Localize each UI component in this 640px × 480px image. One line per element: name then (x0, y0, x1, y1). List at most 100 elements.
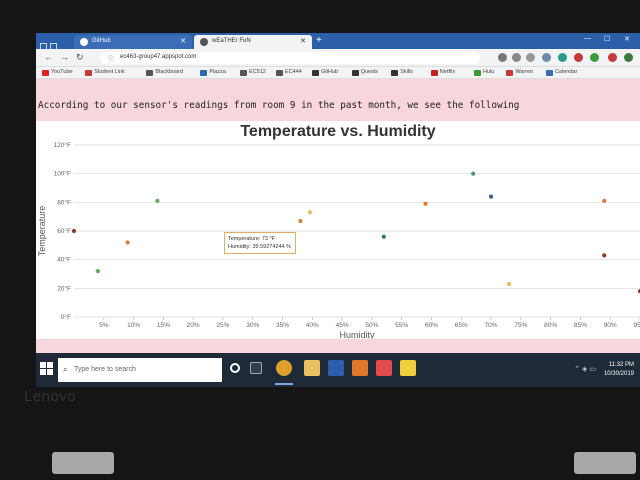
bookmark-icon (351, 70, 359, 76)
location-icon[interactable] (498, 53, 507, 62)
app-icon[interactable] (376, 360, 392, 376)
bookmark-calendar[interactable]: Calendar (546, 69, 578, 76)
bookmark-youtube[interactable]: YouTube (42, 69, 73, 76)
bookmark-hulu[interactable]: Hulu (474, 69, 495, 76)
x-tick-label: 80% (544, 322, 557, 329)
x-tick-label: 50% (365, 322, 378, 329)
x-tick-label: 90% (604, 322, 617, 329)
close-icon[interactable]: ✕ (300, 37, 306, 45)
bookmark-icon (506, 70, 514, 76)
chrome-icon[interactable] (276, 360, 292, 376)
x-axis-label: Humidity (339, 330, 375, 339)
avatar[interactable] (624, 53, 633, 62)
bookmark-label: Netflix (439, 69, 456, 75)
bookmark-label: Calendar (555, 69, 578, 75)
extension-icon[interactable] (542, 53, 551, 62)
bookmark-label: YouTube (51, 69, 73, 75)
tab-weather[interactable]: wEaTHEr FuN ✕ (194, 35, 312, 49)
tab-actions (40, 37, 68, 50)
close-icon[interactable]: ✕ (180, 37, 186, 45)
y-tick-label: 120°F (54, 141, 71, 149)
task-view-icon[interactable] (250, 362, 262, 374)
bookmark-warren[interactable]: Warren (506, 69, 534, 76)
reload-icon[interactable]: ↻ (76, 52, 84, 63)
bookmark-icon (474, 70, 481, 76)
taskbar-search-input[interactable]: ⌕ Type here to search (58, 358, 222, 382)
bookmark-skills[interactable]: Skills (391, 69, 414, 76)
x-tick-label: 95% (633, 322, 640, 329)
sublime-icon[interactable] (352, 360, 368, 376)
minimize-icon[interactable]: — (584, 35, 591, 42)
bookmark-icon (276, 70, 283, 76)
bookmark-ec512[interactable]: EC512 (240, 69, 266, 76)
web-page: According to our sensor's readings from … (36, 79, 640, 339)
maximize-icon[interactable]: ☐ (604, 35, 610, 43)
info-icon[interactable]: ⓘ (108, 54, 114, 63)
bookmark-label: Skills (400, 69, 414, 75)
close-window-icon[interactable]: ✕ (624, 35, 630, 43)
forward-icon[interactable]: → (60, 52, 69, 62)
extension-icon[interactable] (558, 53, 567, 62)
clock-time: 11:32 PM (608, 362, 634, 368)
windows-start-icon[interactable] (40, 362, 54, 376)
x-tick-label: 20% (187, 322, 200, 329)
address-bar[interactable]: ⓘ ec463-group47.appspot.com (100, 52, 480, 64)
tab-label: GitHub (92, 38, 111, 44)
scatter-chart: 0°F 20°F 40°F 60°F 80°F 100°F 120°F 5% 10% 15% 20%… (37, 141, 640, 339)
page-footer-band (36, 339, 640, 353)
x-tick-label: 45% (336, 322, 349, 329)
y-tick-label: 80°F (57, 198, 71, 206)
extension-icon[interactable] (574, 53, 583, 62)
bookmark-student-link[interactable]: Student Link (85, 69, 125, 76)
system-tray-icons[interactable]: ⌃ ◈ ▭ (574, 365, 596, 373)
tab-label: wEaTHEr FuN (212, 38, 251, 44)
data-point (381, 234, 386, 239)
url-text: ec463-group47.appspot.com (120, 54, 197, 60)
new-tab-button[interactable]: + (316, 35, 322, 46)
bookmark-piazza[interactable]: Piazza (200, 69, 226, 76)
data-point (602, 198, 607, 203)
extension-icon[interactable] (590, 53, 599, 62)
search-placeholder: Type here to search (74, 366, 136, 373)
x-tick-label: 70% (485, 322, 498, 329)
data-point (155, 198, 160, 203)
sticky-notes-icon[interactable] (400, 360, 416, 376)
active-app-indicator (275, 383, 293, 385)
data-point (602, 253, 607, 258)
bookmark-label: Quests (360, 69, 379, 75)
browser-toolbar: ← → ↻ ⓘ ec463-group47.appspot.com (36, 49, 640, 67)
x-tick-label: 65% (455, 322, 468, 329)
lenovo-logo: Lenovo (24, 388, 77, 405)
data-point (95, 269, 100, 274)
extension-icon[interactable] (608, 53, 617, 62)
data-point (125, 240, 130, 245)
y-tick-label: 60°F (57, 227, 71, 235)
bookmark-netflix[interactable]: Netflix (430, 69, 456, 76)
bookmark-label: EC512 (249, 69, 266, 75)
x-tick-label: 85% (574, 322, 587, 329)
x-tick-label: 75% (514, 322, 527, 329)
search-icon: ⌕ (63, 365, 68, 374)
bookmark-quests[interactable]: Quests (351, 69, 379, 76)
bookmark-blackboard[interactable]: Blackboard (146, 69, 183, 76)
taskbar-clock[interactable]: 11:32 PM 10/30/2019 (604, 361, 634, 379)
back-icon[interactable]: ← (44, 52, 53, 62)
clock-date: 10/30/2019 (603, 371, 634, 377)
bookmark-label: Hulu (483, 69, 495, 75)
globe-icon (200, 38, 208, 46)
bookmark-label: Student Link (94, 69, 125, 75)
bookmark-ec444[interactable]: EC444 (276, 69, 302, 76)
bookmark-label: Warren (515, 69, 534, 75)
data-point (71, 228, 77, 234)
x-tick-label: 35% (276, 322, 289, 329)
star-icon[interactable] (526, 53, 535, 62)
zoom-icon[interactable] (512, 53, 521, 62)
cortana-icon[interactable] (230, 363, 240, 373)
file-explorer-icon[interactable] (304, 360, 320, 376)
word-icon[interactable] (328, 360, 344, 376)
tab-github[interactable]: GitHub ✕ (74, 35, 192, 49)
x-tick-label: 15% (157, 322, 170, 329)
hinge-right (574, 452, 636, 474)
x-tick-label: 60% (425, 322, 438, 329)
bookmark-github[interactable]: GitHub (312, 69, 338, 76)
